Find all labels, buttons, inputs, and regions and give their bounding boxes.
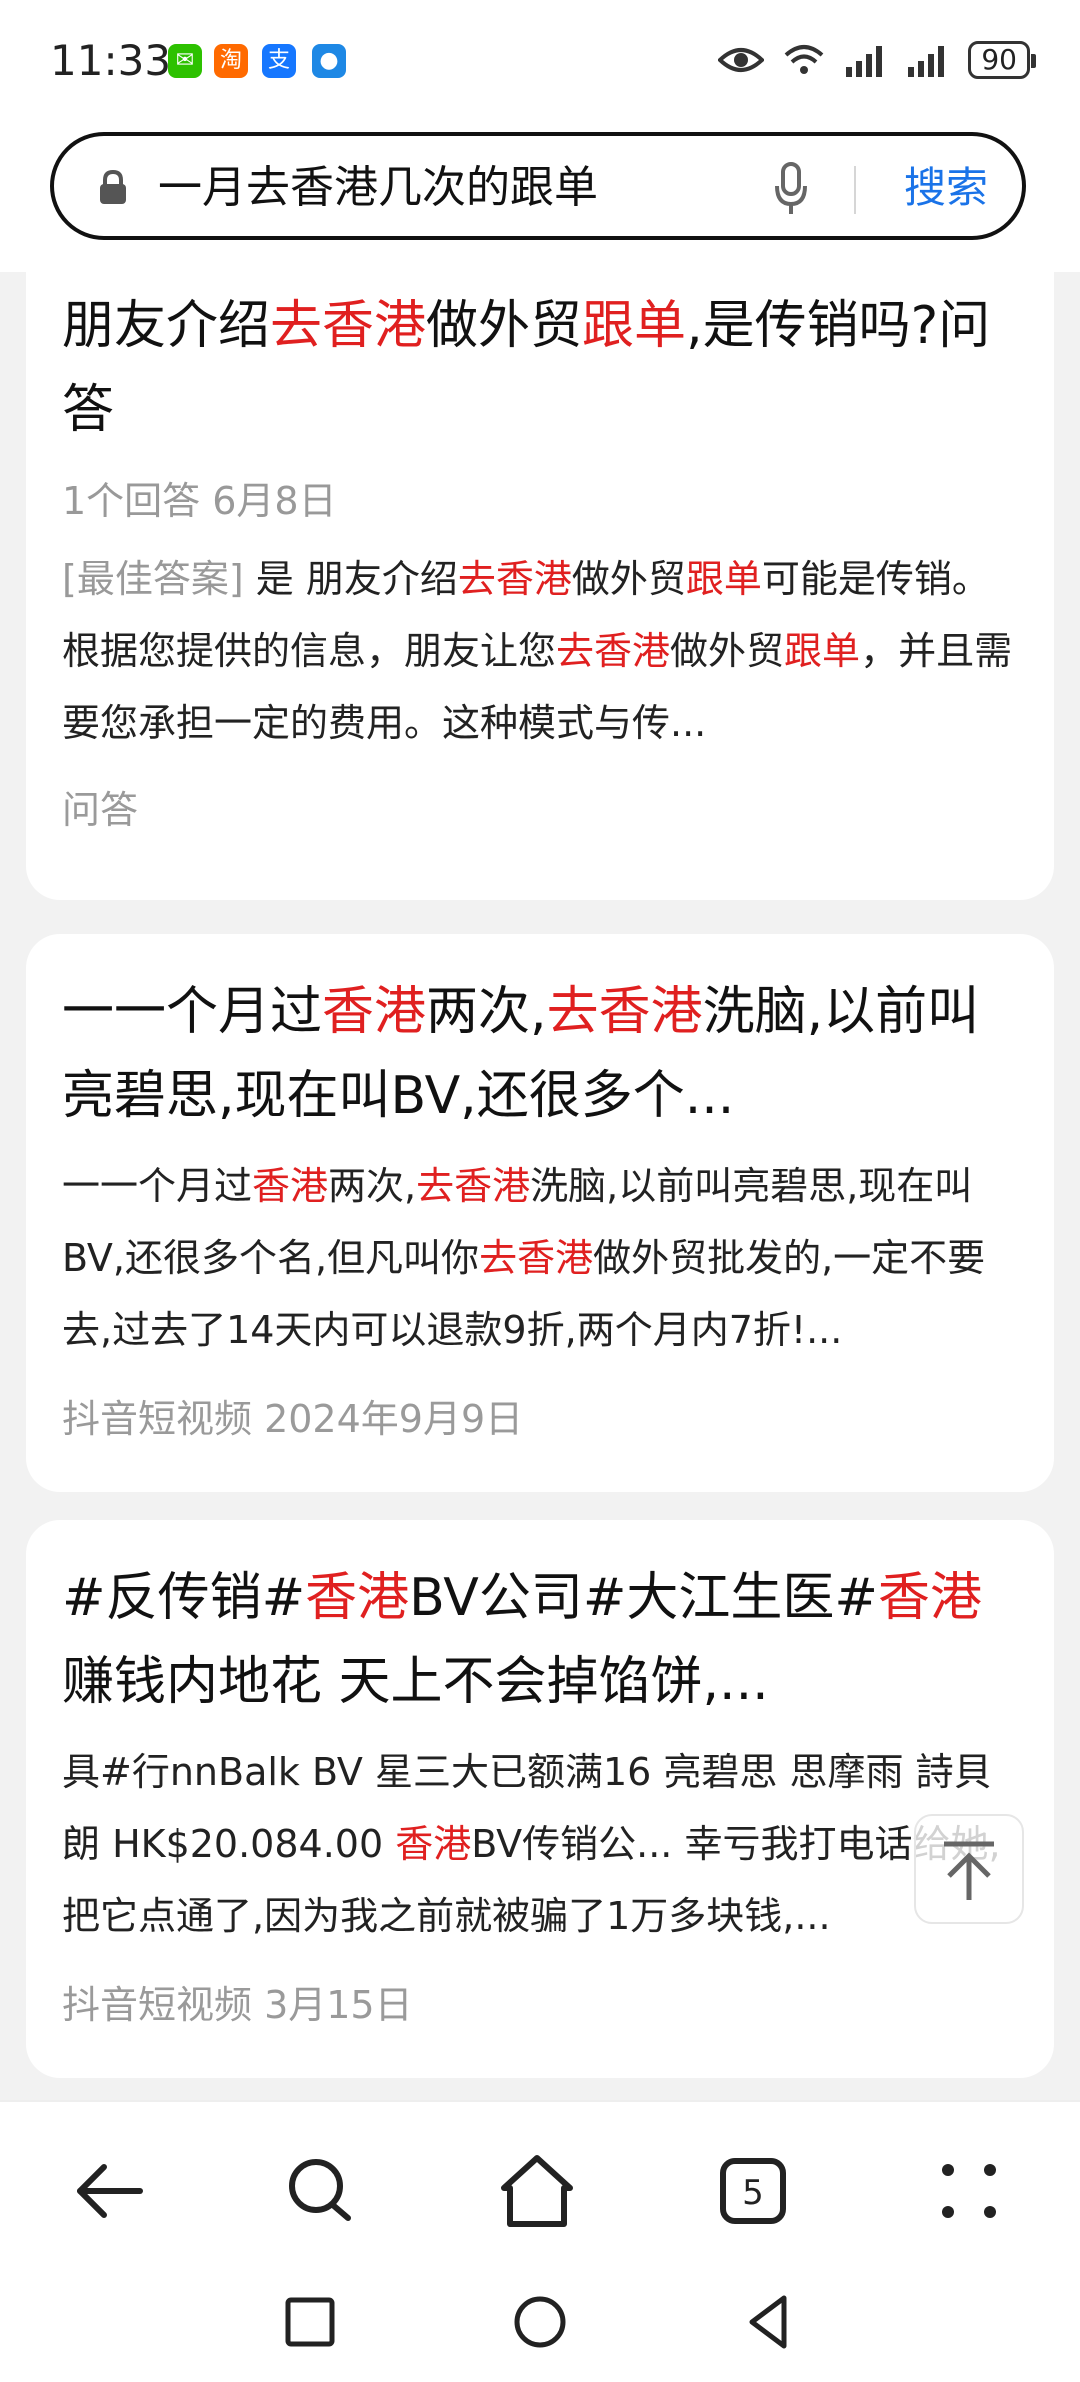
eye-icon [718, 48, 765, 72]
result-title[interactable]: 一一个月过香港两次,去香港洗脑,以前叫亮碧思,现在叫BV,还很多个... [62, 970, 1018, 1138]
alipay-icon: 支 [262, 44, 296, 78]
back-icon[interactable] [64, 2146, 154, 2236]
browser-nav-bar: 5 [0, 2100, 1080, 2268]
taobao-icon: 淘 [214, 44, 248, 78]
result-meta: 1个回答 6月8日 [62, 479, 337, 523]
lock-icon [100, 170, 126, 204]
result-snippet: 具#行nnBalk BV 星三大已额满16 亮碧思 思摩雨 詩貝朗 HK$20.… [62, 1750, 1001, 1938]
status-indicators: 90 [718, 40, 1036, 80]
result-card-3[interactable]: #反传销#香港BV公司#大江生医#香港赚钱内地花 天上不会掉馅饼,... 具#行… [26, 1520, 1054, 2078]
result-title[interactable]: #反传销#香港BV公司#大江生医#香港赚钱内地花 天上不会掉馅饼,... [62, 1556, 1018, 1724]
signal-icon [846, 46, 883, 77]
wifi-icon [785, 45, 824, 74]
search-bar[interactable]: 一月去香港几次的跟单 搜索 [50, 132, 1026, 240]
menu-icon[interactable] [924, 2146, 1014, 2236]
search-icon[interactable] [276, 2146, 366, 2236]
result-title[interactable]: 朋友介绍去香港做外贸跟单,是传销吗?问答 [62, 284, 1018, 452]
battery-indicator: 90 [968, 41, 1036, 79]
wechat-icon: ✉ [168, 44, 202, 78]
home-icon[interactable] [492, 2146, 582, 2236]
search-header: 一月去香港几次的跟单 搜索 [0, 122, 1080, 272]
result-source: 抖音短视频 2024年9月9日 [62, 1397, 524, 1441]
arrow-up-icon [944, 1841, 994, 1900]
home-circle-icon[interactable] [508, 2290, 572, 2354]
tabs-icon[interactable]: 5 [708, 2146, 798, 2236]
status-time: 11:33 [50, 36, 172, 85]
search-input[interactable]: 一月去香港几次的跟单 [158, 160, 598, 216]
result-snippet: 一一个月过香港两次,去香港洗脑,以前叫亮碧思,现在叫BV,还很多个名,但凡叫你去… [62, 1164, 986, 1352]
result-card-1[interactable]: 朋友介绍去香港做外贸跟单,是传销吗?问答 1个回答 6月8日 [最佳答案] 是 … [26, 260, 1054, 900]
recent-apps-icon[interactable] [278, 2290, 342, 2354]
search-button[interactable]: 搜索 [904, 160, 988, 216]
message-icon: ● [312, 44, 346, 78]
back-triangle-icon[interactable] [738, 2290, 802, 2354]
back-to-top-button[interactable] [914, 1814, 1024, 1924]
result-snippet: [最佳答案] 是 朋友介绍去香港做外贸跟单可能是传销。 根据您提供的信息，朋友让… [62, 557, 1013, 745]
status-bar: 11:33 ✉ 淘 支 ● 90 [0, 0, 1080, 122]
signal-icon-2 [908, 46, 945, 77]
system-nav-bar [0, 2266, 1080, 2382]
search-divider [854, 166, 856, 214]
tabs-count: 5 [742, 2173, 764, 2213]
result-card-2[interactable]: 一一个月过香港两次,去香港洗脑,以前叫亮碧思,现在叫BV,还很多个... 一一个… [26, 934, 1054, 1492]
microphone-icon[interactable] [774, 162, 808, 216]
result-source: 问答 [62, 788, 139, 832]
result-source: 抖音短视频 3月15日 [62, 1983, 413, 2027]
